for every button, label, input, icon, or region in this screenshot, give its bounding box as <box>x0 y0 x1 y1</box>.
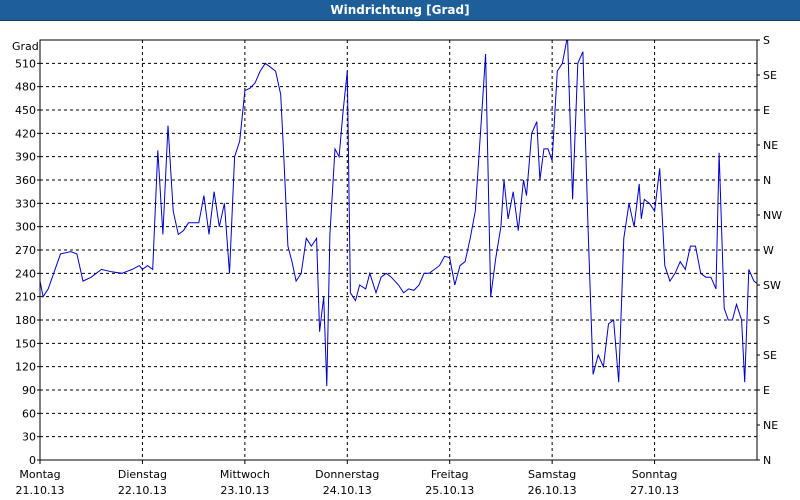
chart-canvas: 0 30 60 90 120 150 180 210 240 270 300 330 360 390 420… <box>12 34 782 497</box>
left-tick-label: 420 <box>15 127 36 140</box>
day-name-label: Dienstag <box>118 468 167 481</box>
left-tick-label: 390 <box>15 151 36 164</box>
left-tick-label: 120 <box>15 361 36 374</box>
right-tick-label: S <box>763 314 770 327</box>
day-name-label: Montag <box>19 468 60 481</box>
left-tick-label: 300 <box>15 221 36 234</box>
right-tick-label: NE <box>763 419 778 432</box>
left-tick-label: 180 <box>15 314 36 327</box>
day-date-label: 22.10.13 <box>118 484 167 497</box>
right-tick-label: E <box>763 104 770 117</box>
left-tick-label: 360 <box>15 174 36 187</box>
right-tick-label: N <box>763 454 771 467</box>
day-date-label: 26.10.13 <box>528 484 577 497</box>
left-tick-label: 30 <box>22 431 36 444</box>
right-tick-label: NE <box>763 139 778 152</box>
day-name-label: Mittwoch <box>220 468 270 481</box>
left-tick-label: 270 <box>15 244 36 257</box>
day-date-label: 23.10.13 <box>220 484 269 497</box>
left-tick-label: 480 <box>15 81 36 94</box>
left-tick-label: 510 <box>15 57 36 70</box>
day-date-label: 21.10.13 <box>16 484 65 497</box>
right-tick-label: SE <box>763 69 777 82</box>
right-tick-label: NW <box>763 209 782 222</box>
day-date-label: 24.10.13 <box>323 484 372 497</box>
day-date-label: 25.10.13 <box>425 484 474 497</box>
left-tick-label: 90 <box>22 384 36 397</box>
right-tick-label: SW <box>763 279 781 292</box>
y-axis-label: Grad <box>12 40 39 53</box>
left-tick-label: 60 <box>22 407 36 420</box>
right-tick-label: E <box>763 384 770 397</box>
right-tick-label: S <box>763 34 770 47</box>
plot-frame <box>39 39 758 461</box>
series-layer <box>40 40 757 387</box>
grid-layer <box>40 40 757 460</box>
left-tick-label: 210 <box>15 291 36 304</box>
day-name-label: Freitag <box>431 468 469 481</box>
left-tick-label: 0 <box>29 454 36 467</box>
left-tick-label: 330 <box>15 197 36 210</box>
axis-layer: 0 30 60 90 120 150 180 210 240 270 300 330 360 390 420… <box>15 34 782 497</box>
day-name-label: Sonntag <box>632 468 678 481</box>
day-name-label: Donnerstag <box>315 468 379 481</box>
left-tick-label: 150 <box>15 337 36 350</box>
right-tick-label: SE <box>763 349 777 362</box>
left-tick-label: 240 <box>15 267 36 280</box>
right-tick-label: N <box>763 174 771 187</box>
wind-direction-series-line <box>40 40 757 387</box>
right-tick-label: W <box>763 244 774 257</box>
day-date-label: 27.10.13 <box>630 484 679 497</box>
left-tick-label: 450 <box>15 104 36 117</box>
day-name-label: Samstag <box>528 468 576 481</box>
